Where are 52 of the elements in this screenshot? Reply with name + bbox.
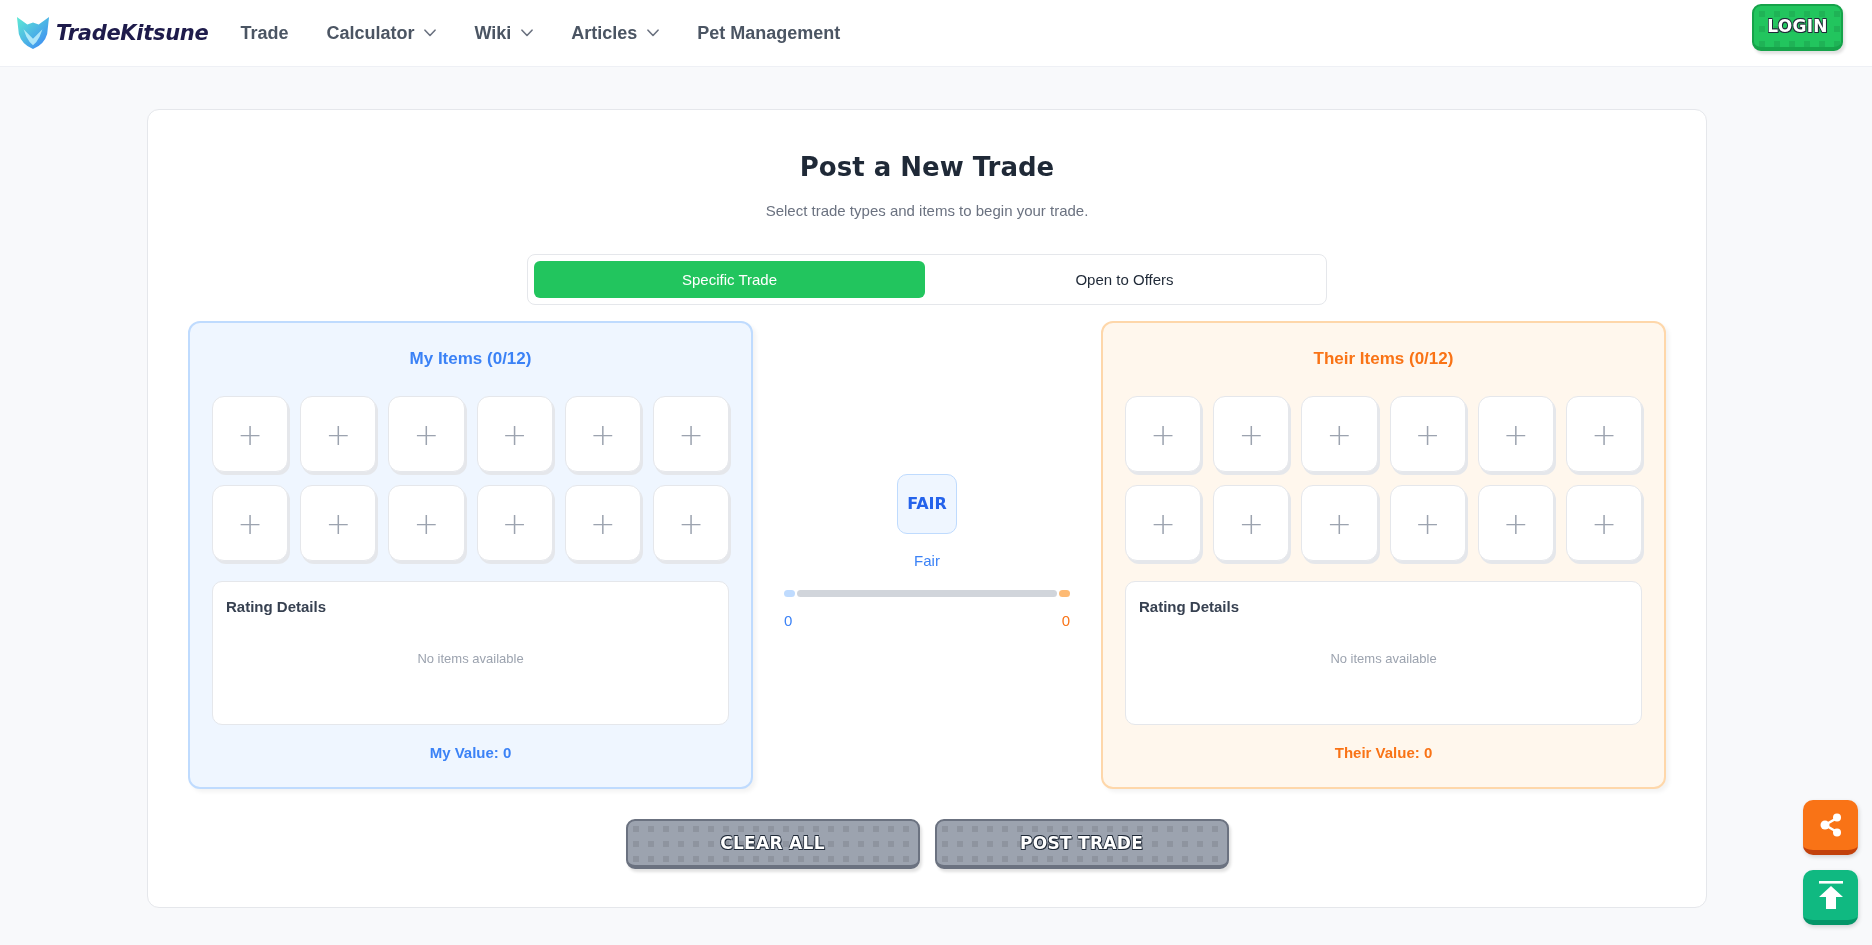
add-item-slot[interactable]: + [1125, 485, 1202, 562]
add-item-slot[interactable]: + [1477, 485, 1554, 562]
share-icon [1819, 813, 1842, 837]
empty-state-text: No items available [416, 651, 525, 667]
add-item-slot[interactable]: + [1477, 396, 1554, 473]
login-button[interactable]: LOGIN [1752, 3, 1843, 51]
nav-menu[interactable]: Wiki [474, 20, 534, 46]
add-item-slot[interactable]: + [1389, 396, 1466, 473]
fox-head-icon [16, 16, 50, 50]
add-item-slot[interactable]: + [1125, 396, 1202, 473]
back-to-top-icon [1817, 881, 1844, 909]
page-title: Post a New Trade [798, 151, 1056, 184]
rating-details-title: Rating Details [1139, 597, 1241, 618]
share-button[interactable] [1803, 800, 1858, 855]
my-value-number: 0 [784, 610, 793, 631]
total-value-text: My Value: 0 [428, 743, 513, 764]
add-item-slot[interactable]: + [652, 396, 730, 473]
fairness-label: Fair [914, 550, 940, 571]
add-item-slot[interactable]: + [212, 485, 289, 562]
add-item-slot[interactable]: + [212, 396, 289, 473]
add-item-slot[interactable]: + [388, 485, 465, 562]
add-item-slot[interactable]: + [1565, 396, 1643, 473]
add-item-slot[interactable]: + [300, 396, 377, 473]
trade-type-tab[interactable]: Open to Offers [929, 261, 1320, 298]
add-item-slot[interactable]: + [300, 485, 377, 562]
add-item-slot[interactable]: + [476, 485, 553, 562]
add-item-slot[interactable]: + [1301, 485, 1378, 562]
add-item-slot[interactable]: + [1213, 485, 1290, 562]
nav-link[interactable]: Trade [240, 20, 289, 46]
nav-menu[interactable]: Articles [571, 20, 660, 46]
page-subtitle: Select trade types and items to begin your trade. [765, 201, 1089, 221]
add-item-slot[interactable]: + [564, 485, 641, 562]
nav-menu[interactable]: Calculator [326, 20, 437, 46]
their-value-number: 0 [1061, 610, 1070, 631]
empty-state-text: No items available [1329, 651, 1438, 667]
trade-type-tab[interactable]: Specific Trade [534, 261, 925, 298]
total-value-text: Their Value: 0 [1333, 743, 1434, 764]
add-item-slot[interactable]: + [1213, 396, 1290, 473]
rating-details-title: Rating Details [226, 597, 328, 618]
add-item-slot[interactable]: + [476, 396, 553, 473]
add-item-slot[interactable]: + [1301, 396, 1378, 473]
fairness-badge: FAIR [897, 473, 957, 534]
panel-title: My Items (0/12) [408, 348, 533, 370]
add-item-slot[interactable]: + [652, 485, 730, 562]
back-to-top-button[interactable] [1803, 870, 1858, 925]
logo-text[interactable]: TradeKitsune [56, 21, 209, 45]
add-item-slot[interactable]: + [1565, 485, 1643, 562]
add-item-slot[interactable]: + [388, 396, 465, 473]
panel-title: Their Items (0/12) [1312, 348, 1455, 370]
add-item-slot[interactable]: + [564, 396, 641, 473]
add-item-slot[interactable]: + [1389, 485, 1466, 562]
nav-link[interactable]: Pet Management [697, 20, 841, 46]
